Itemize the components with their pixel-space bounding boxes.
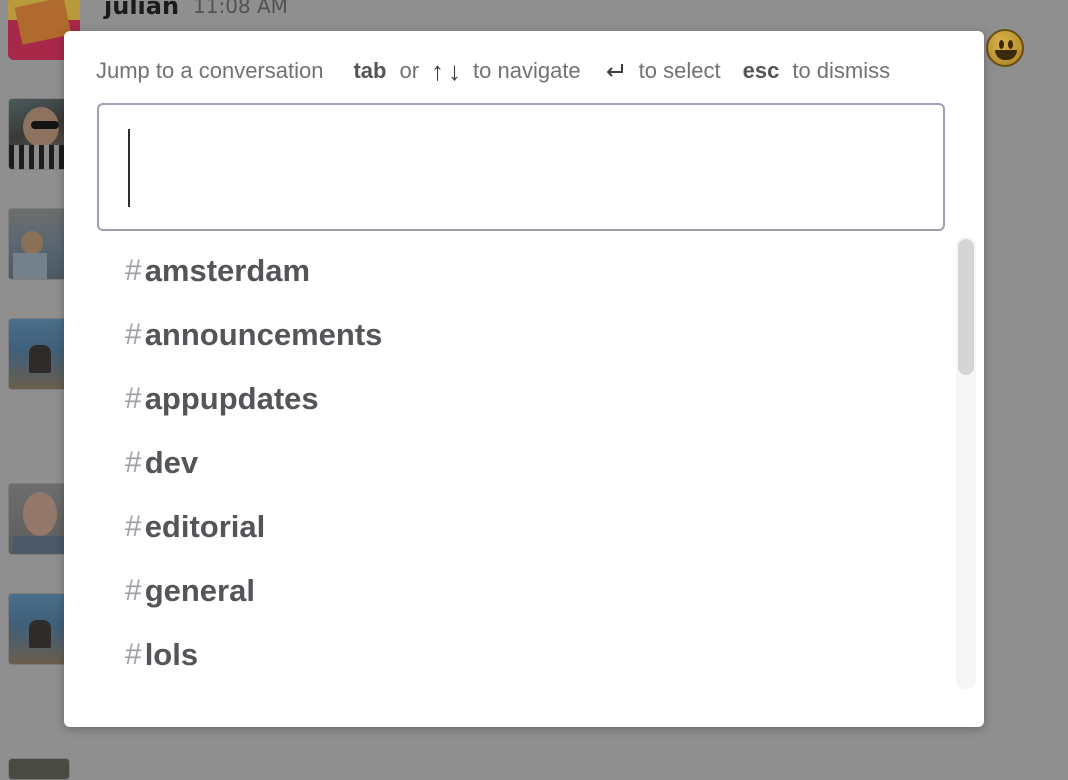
hint-prompt: Jump to a conversation xyxy=(96,58,324,83)
smiley-emoji-icon xyxy=(986,29,1024,67)
scrollbar-thumb[interactable] xyxy=(958,239,974,375)
hash-icon: # xyxy=(125,318,142,351)
hint-dismiss: to dismiss xyxy=(792,58,891,83)
hash-icon: # xyxy=(125,510,142,543)
channel-name: dev xyxy=(144,445,199,480)
results-scrollbar[interactable] xyxy=(956,237,976,689)
avatar xyxy=(8,318,70,390)
channel-name: amsterdam xyxy=(144,253,311,288)
channel-item-announcements[interactable]: # announcements xyxy=(125,310,382,360)
or-label: or xyxy=(399,58,420,83)
search-input[interactable] xyxy=(99,105,943,229)
hint-select: to select xyxy=(638,58,721,83)
channel-name: editorial xyxy=(144,509,266,544)
channel-item-general[interactable]: # general xyxy=(125,566,255,616)
message-timestamp: 11:08 AM xyxy=(193,0,288,18)
hash-icon: # xyxy=(125,574,142,607)
avatar xyxy=(8,593,70,665)
channel-name: appupdates xyxy=(144,381,319,416)
text-cursor xyxy=(128,129,130,207)
hash-icon: # xyxy=(125,254,142,287)
channel-item-dev[interactable]: # dev xyxy=(125,438,198,488)
channel-item-lols[interactable]: # lols xyxy=(125,630,198,680)
avatar xyxy=(8,483,70,555)
avatar xyxy=(8,208,70,280)
tab-key-label: tab xyxy=(353,58,387,83)
hash-icon: # xyxy=(125,638,142,671)
channel-results-list: # amsterdam # announcements # appupdates… xyxy=(97,247,947,707)
search-field[interactable] xyxy=(97,103,945,231)
channel-item-appupdates[interactable]: # appupdates xyxy=(125,374,319,424)
keyboard-hint-bar: Jump to a conversation tab or ↑ ↓ to nav… xyxy=(96,51,890,91)
channel-name: announcements xyxy=(144,317,383,352)
avatar xyxy=(8,98,70,170)
arrow-down-icon: ↓ xyxy=(448,56,462,86)
esc-key-label: esc xyxy=(742,58,780,83)
return-key-icon xyxy=(606,64,623,77)
hash-icon: # xyxy=(125,446,142,479)
avatar xyxy=(8,758,70,780)
channel-name: general xyxy=(144,573,255,608)
channel-item-editorial[interactable]: # editorial xyxy=(125,502,265,552)
channel-item-amsterdam[interactable]: # amsterdam xyxy=(125,247,310,296)
channel-name: lols xyxy=(144,637,199,672)
message-author: julian xyxy=(104,0,180,20)
hint-navigate: to navigate xyxy=(473,58,581,83)
quick-switcher-dialog: Jump to a conversation tab or ↑ ↓ to nav… xyxy=(64,31,984,727)
hash-icon: # xyxy=(125,382,142,415)
arrow-up-icon: ↑ xyxy=(431,56,445,86)
